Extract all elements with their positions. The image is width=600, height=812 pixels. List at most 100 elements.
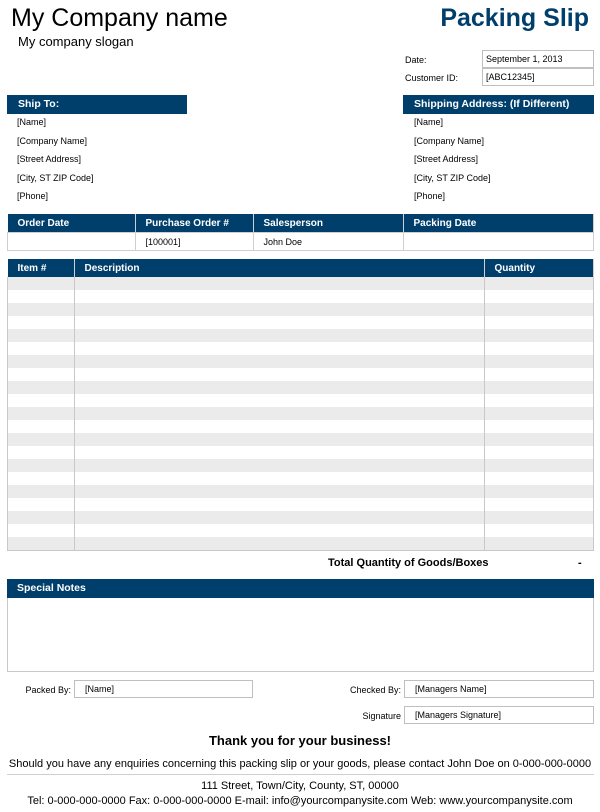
description-cell[interactable] (73, 342, 485, 355)
item-number-cell[interactable] (7, 290, 75, 303)
total-quantity-value: - (578, 557, 582, 569)
item-number-cell[interactable] (7, 394, 75, 407)
ship-to-name[interactable]: [Name] (17, 116, 94, 135)
purchase-order-cell[interactable]: [100001] (134, 232, 254, 251)
ship-to-street[interactable]: [Street Address] (17, 153, 94, 172)
items-body (7, 277, 594, 551)
special-notes-field[interactable] (7, 598, 594, 672)
quantity-cell[interactable] (483, 433, 594, 446)
quantity-cell[interactable] (483, 485, 594, 498)
item-number-cell[interactable] (7, 277, 75, 290)
item-number-cell[interactable] (7, 537, 75, 551)
packed-by-label: Packed By: (25, 685, 71, 695)
quantity-cell[interactable] (483, 394, 594, 407)
quantity-cell[interactable] (483, 368, 594, 381)
order-date-header: Order Date (7, 214, 136, 233)
quantity-cell[interactable] (483, 446, 594, 459)
date-field[interactable]: September 1, 2013 (482, 50, 594, 68)
description-cell[interactable] (73, 355, 485, 368)
quantity-cell[interactable] (483, 277, 594, 290)
item-row (7, 355, 594, 368)
quantity-cell[interactable] (483, 420, 594, 433)
customer-id-field[interactable]: [ABC12345] (482, 68, 594, 86)
description-cell[interactable] (73, 537, 485, 551)
item-row (7, 524, 594, 537)
shipping-name[interactable]: [Name] (414, 116, 491, 135)
item-number-cell[interactable] (7, 524, 75, 537)
quantity-cell[interactable] (483, 498, 594, 511)
description-cell[interactable] (73, 381, 485, 394)
item-number-cell[interactable] (7, 316, 75, 329)
signature-field[interactable]: [Managers Signature] (404, 706, 594, 724)
packing-date-cell[interactable] (402, 232, 594, 251)
description-cell[interactable] (73, 394, 485, 407)
quantity-cell[interactable] (483, 459, 594, 472)
description-cell[interactable] (73, 407, 485, 420)
ship-to-phone[interactable]: [Phone] (17, 190, 94, 202)
quantity-cell[interactable] (483, 381, 594, 394)
packed-by-field[interactable]: [Name] (74, 680, 253, 698)
quantity-cell[interactable] (483, 355, 594, 368)
checked-by-field[interactable]: [Managers Name] (404, 680, 594, 698)
description-cell[interactable] (73, 277, 485, 290)
item-number-cell[interactable] (7, 498, 75, 511)
description-cell[interactable] (73, 511, 485, 524)
description-cell[interactable] (73, 368, 485, 381)
item-number-cell[interactable] (7, 485, 75, 498)
shipping-city[interactable]: [City, ST ZIP Code] (414, 172, 491, 190)
description-header: Description (74, 259, 485, 277)
company-contact: Tel: 0-000-000-0000 Fax: 0-000-000-0000 … (27, 795, 573, 807)
item-number-cell[interactable] (7, 368, 75, 381)
shipping-street[interactable]: [Street Address] (414, 153, 491, 172)
quantity-cell[interactable] (483, 472, 594, 485)
description-cell[interactable] (73, 485, 485, 498)
item-number-cell[interactable] (7, 459, 75, 472)
quantity-cell[interactable] (483, 407, 594, 420)
salesperson-cell[interactable]: John Doe (252, 232, 404, 251)
purchase-order-header: Purchase Order # (135, 214, 254, 233)
item-number-cell[interactable] (7, 342, 75, 355)
description-cell[interactable] (73, 303, 485, 316)
quantity-cell[interactable] (483, 511, 594, 524)
item-number-cell[interactable] (7, 355, 75, 368)
salesperson-header: Salesperson (253, 214, 404, 233)
quantity-cell[interactable] (483, 537, 594, 551)
description-cell[interactable] (73, 446, 485, 459)
item-number-cell[interactable] (7, 446, 75, 459)
description-cell[interactable] (73, 290, 485, 303)
description-cell[interactable] (73, 459, 485, 472)
description-cell[interactable] (73, 498, 485, 511)
item-number-cell[interactable] (7, 329, 75, 342)
date-label: Date: (405, 55, 427, 65)
ship-to-company[interactable]: [Company Name] (17, 135, 94, 153)
item-number-cell[interactable] (7, 420, 75, 433)
ship-to-header: Ship To: (7, 95, 187, 114)
description-cell[interactable] (73, 433, 485, 446)
item-number-cell[interactable] (7, 303, 75, 316)
description-cell[interactable] (73, 316, 485, 329)
shipping-company[interactable]: [Company Name] (414, 135, 491, 153)
quantity-cell[interactable] (483, 342, 594, 355)
quantity-cell[interactable] (483, 303, 594, 316)
quantity-cell[interactable] (483, 329, 594, 342)
description-cell[interactable] (73, 472, 485, 485)
item-row (7, 420, 594, 433)
order-date-cell[interactable] (7, 232, 136, 251)
item-number-cell[interactable] (7, 472, 75, 485)
item-row (7, 498, 594, 511)
item-number-cell[interactable] (7, 433, 75, 446)
quantity-cell[interactable] (483, 316, 594, 329)
item-number-cell[interactable] (7, 511, 75, 524)
item-number-cell[interactable] (7, 381, 75, 394)
quantity-cell[interactable] (483, 524, 594, 537)
quantity-cell[interactable] (483, 290, 594, 303)
document-title: Packing Slip (440, 4, 589, 32)
description-cell[interactable] (73, 524, 485, 537)
item-number-cell[interactable] (7, 407, 75, 420)
shipping-phone[interactable]: [Phone] (414, 190, 491, 202)
ship-to-address: [Name] [Company Name] [Street Address] [… (17, 116, 94, 202)
description-cell[interactable] (73, 329, 485, 342)
checked-by-label: Checked By: (349, 685, 401, 695)
description-cell[interactable] (73, 420, 485, 433)
ship-to-city[interactable]: [City, ST ZIP Code] (17, 172, 94, 190)
